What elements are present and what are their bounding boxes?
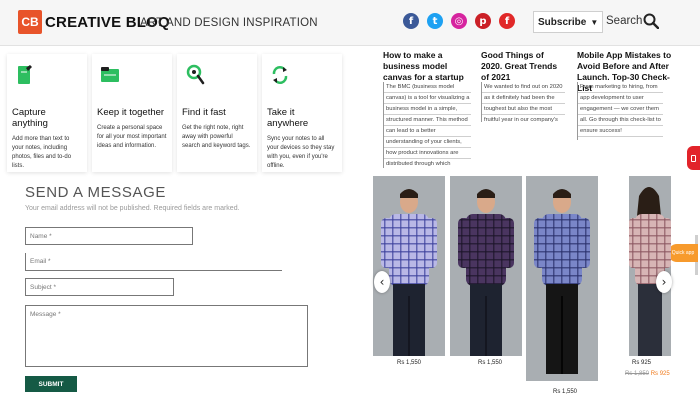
- chevron-down-icon: ▼: [590, 17, 599, 27]
- product-price: Rs 925: [632, 360, 652, 366]
- feature-description: Create a personal space for all your mos…: [97, 125, 167, 149]
- feature-description: Sync your notes to all your devices so t…: [267, 136, 335, 169]
- product-price: Rs 1,550: [478, 360, 503, 366]
- email-field[interactable]: Email *: [25, 253, 282, 271]
- feature-card-keep: Keep it together Create a personal space…: [92, 54, 172, 172]
- magnifier-icon: [186, 64, 205, 85]
- shirt-model-image: [381, 189, 437, 356]
- product-image[interactable]: [450, 176, 522, 356]
- search-icon[interactable]: [643, 13, 659, 29]
- carousel-prev-button[interactable]: ‹: [374, 271, 390, 293]
- bookmark-icon: [691, 154, 696, 162]
- article-excerpt: From marketing to hiring, from app devel…: [577, 82, 663, 140]
- feature-title: Capture anything: [12, 107, 48, 129]
- sale-price: Rs 925: [650, 371, 670, 377]
- name-field[interactable]: Name *: [25, 227, 193, 245]
- social-links: f t ◎ p f: [403, 13, 515, 29]
- product-price: Rs 1,550: [397, 360, 422, 366]
- feature-title: Take it anywhere: [267, 107, 309, 129]
- shirt-model-image: [534, 189, 590, 374]
- twitter-icon[interactable]: t: [427, 13, 443, 29]
- site-tagline: ART AND DESIGN INSPIRATION: [140, 17, 318, 29]
- feature-description: Get the right note, right away with powe…: [182, 125, 251, 149]
- search-label[interactable]: Search: [606, 15, 642, 27]
- product-image[interactable]: [526, 176, 598, 381]
- shirt-model-image: [629, 187, 671, 356]
- feature-title: Keep it together: [97, 107, 165, 118]
- sync-icon: [272, 66, 288, 84]
- product-image[interactable]: [629, 176, 671, 356]
- site-header: CB CREATIVE BLOQ ART AND DESIGN INSPIRAT…: [0, 0, 700, 46]
- subscribe-label: Subscribe: [538, 16, 587, 28]
- feature-card-capture: Capture anything Add more than text to y…: [7, 54, 87, 172]
- form-note: Your email address will not be published…: [25, 205, 240, 212]
- subject-field[interactable]: Subject *: [25, 278, 174, 296]
- side-bookmark-tab[interactable]: [687, 146, 700, 170]
- feature-title: Find it fast: [182, 107, 226, 118]
- pinterest-icon[interactable]: p: [475, 13, 491, 29]
- article-title[interactable]: Good Things of 2020. Great Trends of 202…: [481, 50, 565, 83]
- instagram-icon[interactable]: ◎: [451, 13, 467, 29]
- evernote-pen-icon: [18, 65, 32, 84]
- feature-card-find: Find it fast Get the right note, right a…: [177, 54, 257, 172]
- feature-description: Add more than text to your notes, includ…: [12, 136, 72, 169]
- article-title[interactable]: How to make a business model canvas for …: [383, 50, 471, 83]
- subscribe-button[interactable]: Subscribe ▼: [533, 11, 604, 33]
- product-price: Rs 1,550: [553, 389, 578, 395]
- article-excerpt: The BMC (business model canvas) is a too…: [383, 82, 471, 168]
- shirt-model-image: [458, 189, 514, 356]
- submit-button[interactable]: SUBMIT: [25, 376, 77, 392]
- carousel-next-button[interactable]: ›: [656, 271, 672, 293]
- facebook-icon[interactable]: f: [403, 13, 419, 29]
- form-title: SEND A MESSAGE: [25, 184, 166, 201]
- article-excerpt: We wanted to find out on 2020 as it defi…: [481, 82, 565, 122]
- feature-card-take: Take it anywhere Sync your notes to all …: [262, 54, 342, 172]
- product-price-sale: Rs 1,850 Rs 925: [625, 371, 670, 377]
- flipboard-icon[interactable]: f: [499, 13, 515, 29]
- folder-icon: [101, 67, 119, 82]
- product-image[interactable]: [373, 176, 445, 356]
- message-field[interactable]: Message *: [25, 305, 308, 367]
- quick-app-tab[interactable]: Quick app: [668, 244, 698, 262]
- original-price: Rs 1,850: [625, 371, 650, 377]
- logo-badge: CB: [18, 10, 42, 34]
